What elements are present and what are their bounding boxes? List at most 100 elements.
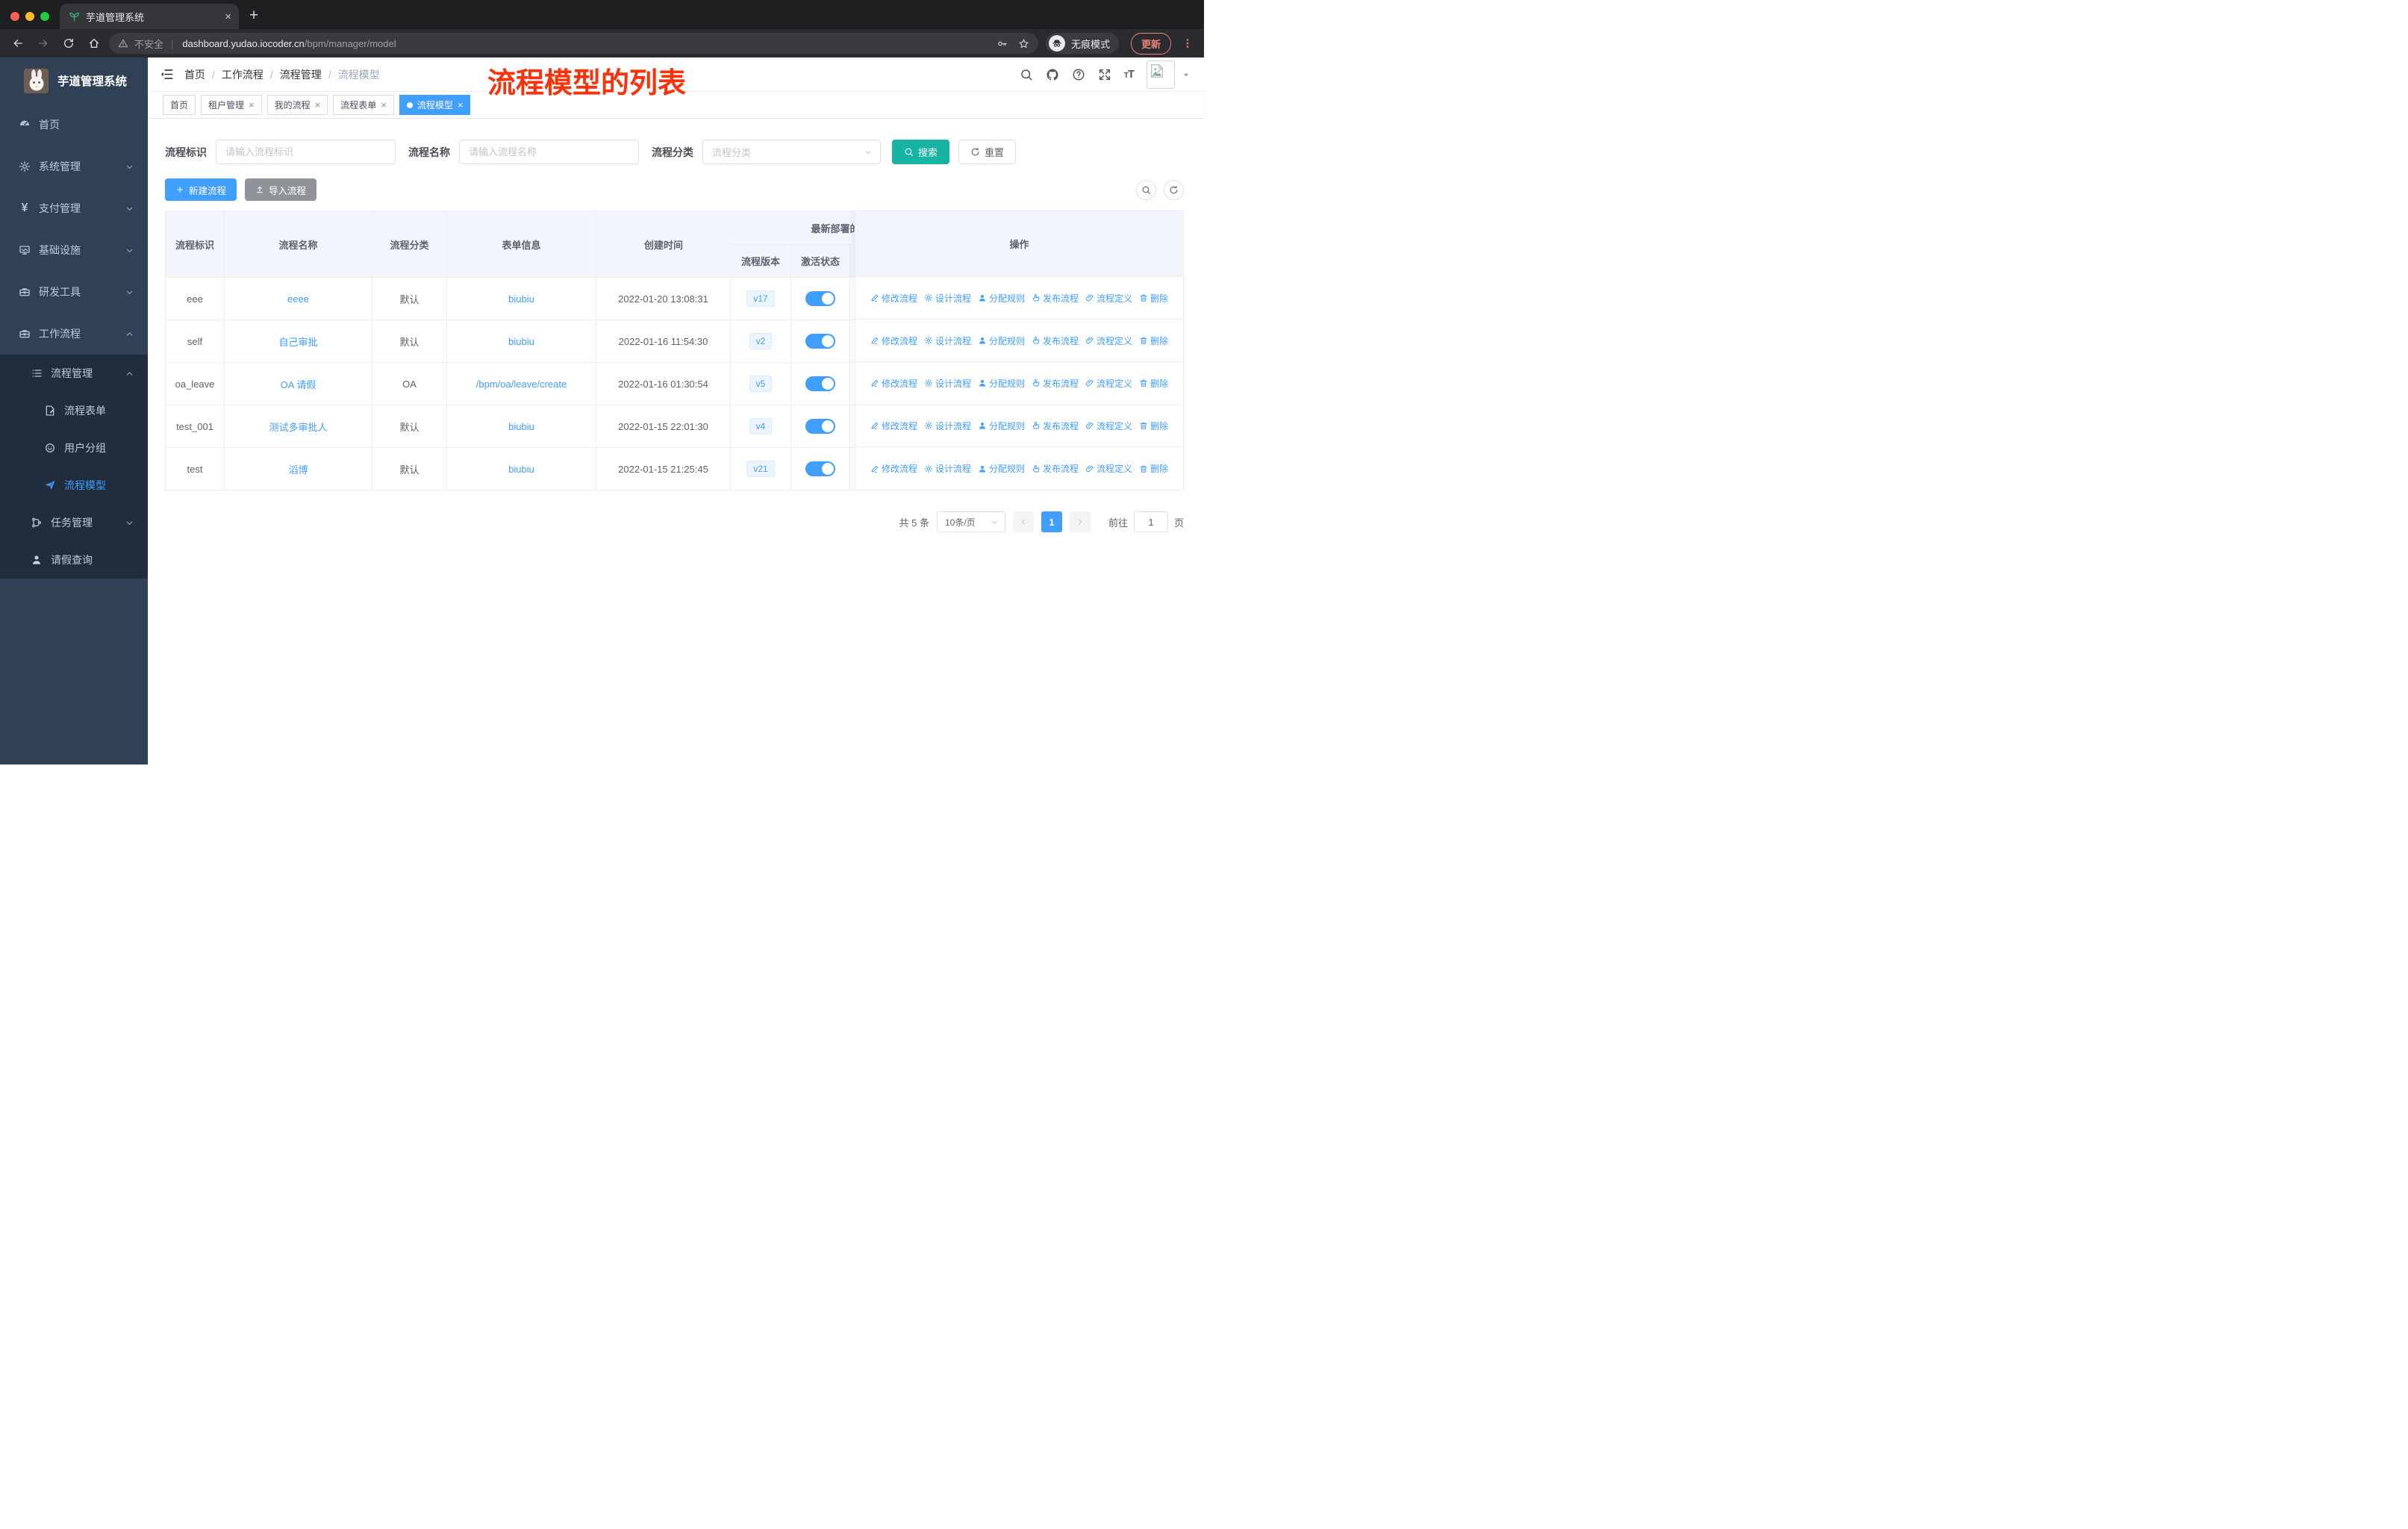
window-controls[interactable] (0, 12, 60, 29)
browser-update-button[interactable]: 更新 (1130, 32, 1171, 55)
font-size-icon[interactable]: TT (1124, 68, 1135, 81)
close-window-button[interactable] (10, 12, 19, 21)
menu-fold-icon[interactable] (160, 67, 174, 81)
active-toggle[interactable] (805, 376, 835, 391)
close-icon[interactable]: × (315, 100, 321, 110)
process-definition-link[interactable]: 流程定义 (1085, 377, 1132, 390)
home-icon[interactable] (84, 33, 105, 54)
next-page-button[interactable] (1069, 511, 1091, 532)
form-link[interactable]: biubiu (508, 293, 534, 305)
publish-process-link[interactable]: 发布流程 (1032, 334, 1079, 347)
category-select[interactable]: 流程分类 (702, 140, 881, 164)
breadcrumb-home[interactable]: 首页 (184, 67, 205, 82)
import-process-button[interactable]: 导入流程 (245, 178, 317, 201)
publish-process-link[interactable]: 发布流程 (1032, 377, 1079, 390)
search-button[interactable]: 搜索 (892, 140, 950, 164)
sidebar-item-process-mgmt[interactable]: 流程管理 (0, 355, 148, 392)
browser-tab[interactable]: 芋道管理系统 × (60, 4, 239, 29)
publish-process-link[interactable]: 发布流程 (1032, 420, 1079, 432)
process-name-link[interactable]: 测试多审批人 (269, 420, 327, 434)
address-bar[interactable]: 不安全 | dashboard.yudao.iocoder.cn/bpm/man… (109, 33, 1038, 54)
form-link[interactable]: biubiu (508, 464, 534, 475)
process-name-link[interactable]: eeee (287, 293, 309, 305)
help-icon[interactable] (1072, 68, 1085, 81)
version-badge[interactable]: v21 (746, 460, 775, 478)
assign-rule-link[interactable]: 分配规则 (978, 420, 1025, 432)
process-definition-link[interactable]: 流程定义 (1085, 462, 1132, 475)
delete-link[interactable]: 删除 (1139, 420, 1168, 432)
new-tab-button[interactable]: + (239, 7, 258, 29)
avatar[interactable] (1147, 60, 1175, 89)
sidebar-item-leave-query[interactable]: 请假查询 (0, 541, 148, 579)
tag-process-form[interactable]: 流程表单 × (333, 95, 394, 115)
edit-process-link[interactable]: 修改流程 (870, 377, 917, 390)
sidebar-item-process-form[interactable]: 流程表单 (0, 392, 148, 429)
page-number-current[interactable]: 1 (1041, 511, 1062, 532)
sidebar-item-workflow[interactable]: 工作流程 (0, 313, 148, 355)
close-icon[interactable]: × (249, 100, 255, 110)
form-link[interactable]: biubiu (508, 336, 534, 347)
process-definition-link[interactable]: 流程定义 (1085, 334, 1132, 347)
forward-icon[interactable] (33, 33, 54, 54)
edit-process-link[interactable]: 修改流程 (870, 292, 917, 305)
breadcrumb-process-mgmt[interactable]: 流程管理 (280, 67, 322, 82)
show-search-toggle-button[interactable] (1136, 179, 1156, 200)
sidebar-item-payment[interactable]: ¥ 支付管理 (0, 187, 148, 229)
close-icon[interactable]: × (458, 100, 464, 110)
assign-rule-link[interactable]: 分配规则 (978, 462, 1025, 475)
minimize-window-button[interactable] (25, 12, 34, 21)
version-badge[interactable]: v4 (749, 417, 773, 435)
publish-process-link[interactable]: 发布流程 (1032, 462, 1079, 475)
key-icon[interactable] (996, 38, 1008, 49)
bookmark-star-icon[interactable] (1018, 38, 1029, 49)
version-badge[interactable]: v2 (749, 332, 773, 350)
active-toggle[interactable] (805, 461, 835, 476)
prev-page-button[interactable] (1012, 511, 1034, 532)
page-size-select[interactable]: 10条/页 (936, 511, 1005, 532)
assign-rule-link[interactable]: 分配规则 (978, 377, 1025, 390)
assign-rule-link[interactable]: 分配规则 (978, 292, 1025, 305)
sidebar-item-home[interactable]: 首页 (0, 104, 148, 146)
fullscreen-icon[interactable] (1098, 68, 1111, 81)
publish-process-link[interactable]: 发布流程 (1032, 292, 1079, 305)
tag-tenant[interactable]: 租户管理 × (201, 95, 262, 115)
active-toggle[interactable] (805, 334, 835, 349)
tag-home[interactable]: 首页 (163, 95, 196, 115)
refresh-table-button[interactable] (1164, 179, 1184, 200)
sidebar-item-user-group[interactable]: 用户分组 (0, 429, 148, 467)
delete-link[interactable]: 删除 (1139, 462, 1168, 475)
back-icon[interactable] (7, 33, 28, 54)
breadcrumb-workflow[interactable]: 工作流程 (222, 67, 263, 82)
sidebar-item-process-model[interactable]: 流程模型 (0, 467, 148, 504)
sidebar-logo-row[interactable]: 芋道管理系统 (0, 57, 148, 104)
sidebar-item-system[interactable]: 系统管理 (0, 146, 148, 187)
zoom-window-button[interactable] (40, 12, 49, 21)
version-badge[interactable]: v5 (749, 375, 773, 393)
browser-menu-icon[interactable] (1176, 37, 1197, 49)
sidebar-item-devtools[interactable]: 研发工具 (0, 271, 148, 313)
tag-process-model-active[interactable]: 流程模型 × (399, 95, 471, 115)
delete-link[interactable]: 删除 (1139, 334, 1168, 347)
process-name-input[interactable] (459, 140, 639, 164)
delete-link[interactable]: 删除 (1139, 377, 1168, 390)
sidebar-item-infra[interactable]: 基础设施 (0, 229, 148, 271)
assign-rule-link[interactable]: 分配规则 (978, 334, 1025, 347)
process-name-link[interactable]: OA 请假 (281, 377, 316, 391)
edit-process-link[interactable]: 修改流程 (870, 334, 917, 347)
close-icon[interactable]: × (381, 100, 387, 110)
header-search-icon[interactable] (1020, 68, 1033, 81)
process-name-link[interactable]: 滔博 (288, 462, 308, 476)
process-definition-link[interactable]: 流程定义 (1085, 420, 1132, 432)
design-process-link[interactable]: 设计流程 (924, 462, 971, 475)
caret-down-icon[interactable] (1182, 70, 1191, 79)
process-name-link[interactable]: 自己审批 (278, 334, 317, 349)
sidebar-item-task-mgmt[interactable]: 任务管理 (0, 504, 148, 541)
form-link[interactable]: biubiu (508, 421, 534, 432)
reset-button[interactable]: 重置 (958, 140, 1017, 164)
design-process-link[interactable]: 设计流程 (924, 334, 971, 347)
delete-link[interactable]: 删除 (1139, 292, 1168, 305)
edit-process-link[interactable]: 修改流程 (870, 462, 917, 475)
active-toggle[interactable] (805, 419, 835, 434)
create-process-button[interactable]: 新建流程 (165, 178, 237, 201)
tag-my-process[interactable]: 我的流程 × (266, 95, 328, 115)
